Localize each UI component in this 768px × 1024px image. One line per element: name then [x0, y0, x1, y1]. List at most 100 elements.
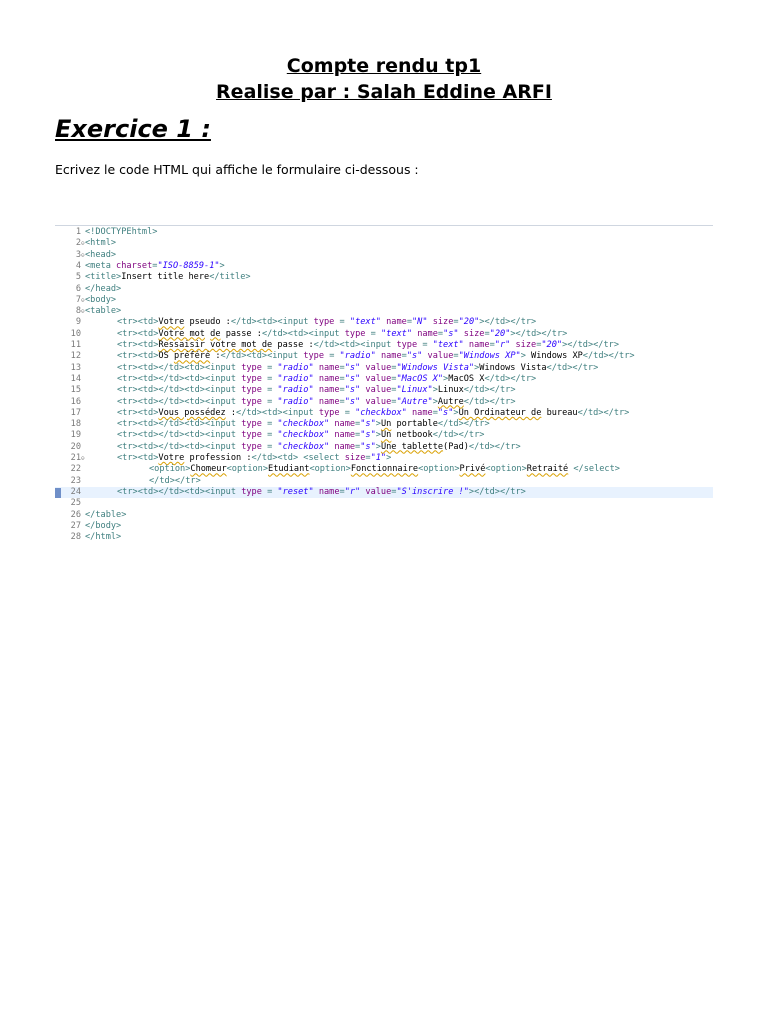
code-token: > — [386, 453, 392, 463]
code-token: name — [463, 340, 490, 350]
code-token: ></td></tr> — [510, 328, 568, 339]
code-line: 27 </body> — [55, 521, 713, 532]
line-number: 9 — [75, 317, 81, 328]
line-number: 20 — [70, 441, 81, 452]
code-token: <body> — [85, 294, 117, 305]
code-token: <table> — [85, 306, 122, 317]
code-token: "checkbox" — [277, 430, 330, 441]
code-token: "1" — [370, 453, 387, 463]
code-token: <option> — [226, 464, 269, 475]
code-token: </td></tr> — [463, 385, 516, 396]
code-token: type — [241, 362, 262, 373]
line-number: 27 — [70, 520, 81, 531]
code-token: size — [427, 317, 454, 328]
code-token: <tr><td></td><td><input — [117, 385, 242, 396]
code-token: "s" — [344, 373, 361, 384]
code-token: "radio" — [277, 373, 314, 384]
code-token: "20" — [541, 340, 563, 350]
code-token: <tr><td></td><td><input — [117, 396, 242, 407]
code-token: "s" — [344, 385, 361, 396]
code-line: 13 <tr><td></td><td><input type = "radio"… — [55, 363, 713, 374]
code-text: <meta charset="ISO-8859-1"> — [85, 261, 225, 272]
code-token: type — [241, 441, 262, 452]
code-text: <tr><td>Votre profession :</td><td> <sel… — [85, 453, 391, 464]
line-number: 16 — [70, 396, 81, 407]
code-token: <tr><td> — [117, 453, 159, 463]
code-token: "ISO-8859-1" — [157, 260, 220, 271]
code-line: 10 <tr><td>Votre mot de passe :</td><td><… — [55, 329, 713, 340]
code-text: <tr><td></td><td><input type = "checkbox… — [85, 442, 521, 453]
code-token: size — [458, 328, 485, 339]
code-text: </td></tr> — [85, 476, 201, 487]
code-token: <tr><td></td><td><input — [117, 419, 242, 430]
code-token: <tr><td></td><td><input — [117, 441, 242, 452]
code-token: Insert title here — [121, 272, 210, 283]
line-number: 8 — [75, 306, 81, 317]
code-token: <option> — [309, 464, 351, 475]
code-text: </html> — [85, 532, 121, 543]
code-token: portable — [391, 419, 438, 430]
code-token: = — [261, 441, 278, 452]
code-token: name — [329, 441, 356, 452]
code-token: = — [261, 385, 278, 396]
code-token: <tr><td></td><td><input — [117, 430, 242, 441]
code-line: 5 <title>Insert title here</title> — [55, 272, 713, 283]
line-number: 6 — [75, 283, 81, 294]
code-token: </td><td><input — [220, 351, 304, 362]
code-token: </td></tr> — [582, 351, 635, 362]
code-token: = — [261, 362, 278, 373]
code-text: <body> — [85, 295, 116, 306]
code-token: </html> — [85, 532, 122, 543]
code-editor[interactable]: 1 <!DOCTYPEhtml> 2 ⊝ <html> 3 ⊝ <head> 4 <meta ch… — [55, 225, 713, 551]
line-number: 14 — [70, 373, 81, 384]
code-token: name — [406, 407, 433, 418]
code-token: = — [365, 328, 381, 339]
code-token: Autre — [437, 396, 464, 407]
code-token: Fonctionnaire — [350, 464, 419, 475]
code-token: value — [360, 396, 392, 407]
code-line: 12 <tr><td>OS préféré :</td><td><input ty… — [55, 351, 713, 362]
code-token: name — [375, 351, 402, 362]
exercise-instruction: Ecrivez le code HTML qui affiche le form… — [55, 162, 419, 177]
code-token: "text" — [380, 328, 413, 339]
code-token: "radio" — [339, 351, 376, 362]
line-number: 25 — [70, 498, 81, 509]
code-text: <html> — [85, 238, 116, 249]
code-token: MacOS X — [448, 373, 485, 384]
code-line: 21 ⊝ <tr><td>Votre profession :</td><td> <… — [55, 453, 713, 464]
code-text: </head> — [85, 284, 121, 295]
line-number: 28 — [70, 532, 81, 543]
code-text: <tr><td>OS préféré :</td><td><input type… — [85, 351, 635, 362]
code-token: html — [131, 227, 153, 237]
code-token: "s" — [344, 362, 361, 373]
code-token: Un — [380, 430, 392, 441]
code-token: "Autre" — [396, 396, 433, 407]
code-token: type — [303, 351, 325, 362]
report-title: Compte rendu tp1 — [286, 55, 482, 77]
code-token: "s" — [360, 419, 376, 430]
code-text: <tr><td></td><td><input type = "radio" n… — [85, 397, 516, 408]
code-line: 14 <tr><td></td><td><input type = "radio"… — [55, 374, 713, 385]
code-token: = — [261, 486, 278, 497]
code-token: Un Ordinateur de — [458, 407, 542, 418]
code-token: > — [152, 227, 158, 237]
code-token: <tr><td></td><td><input — [117, 362, 242, 373]
code-token: "checkbox" — [277, 419, 330, 430]
code-token: = — [334, 317, 350, 328]
code-token: ></td></tr> — [562, 340, 619, 350]
code-token: </body> — [85, 520, 122, 531]
code-token: préféré — [173, 351, 211, 362]
line-number: 3 — [75, 249, 81, 260]
code-token: "20" — [489, 328, 511, 339]
code-token: type — [241, 430, 262, 441]
code-token: = — [417, 340, 433, 350]
code-token: name — [329, 430, 356, 441]
exercise-heading: Exercice 1 : — [55, 115, 211, 143]
code-text: <option>Chomeur<option>Etudiant<option>F… — [85, 464, 620, 475]
code-token: </td></tr> — [432, 430, 485, 441]
code-token: Ressaisir votre mot de — [158, 340, 273, 350]
code-token: name — [412, 328, 438, 339]
code-token: type — [241, 486, 262, 497]
code-token: (Pad) — [443, 441, 469, 452]
line-number: 17 — [70, 407, 81, 418]
